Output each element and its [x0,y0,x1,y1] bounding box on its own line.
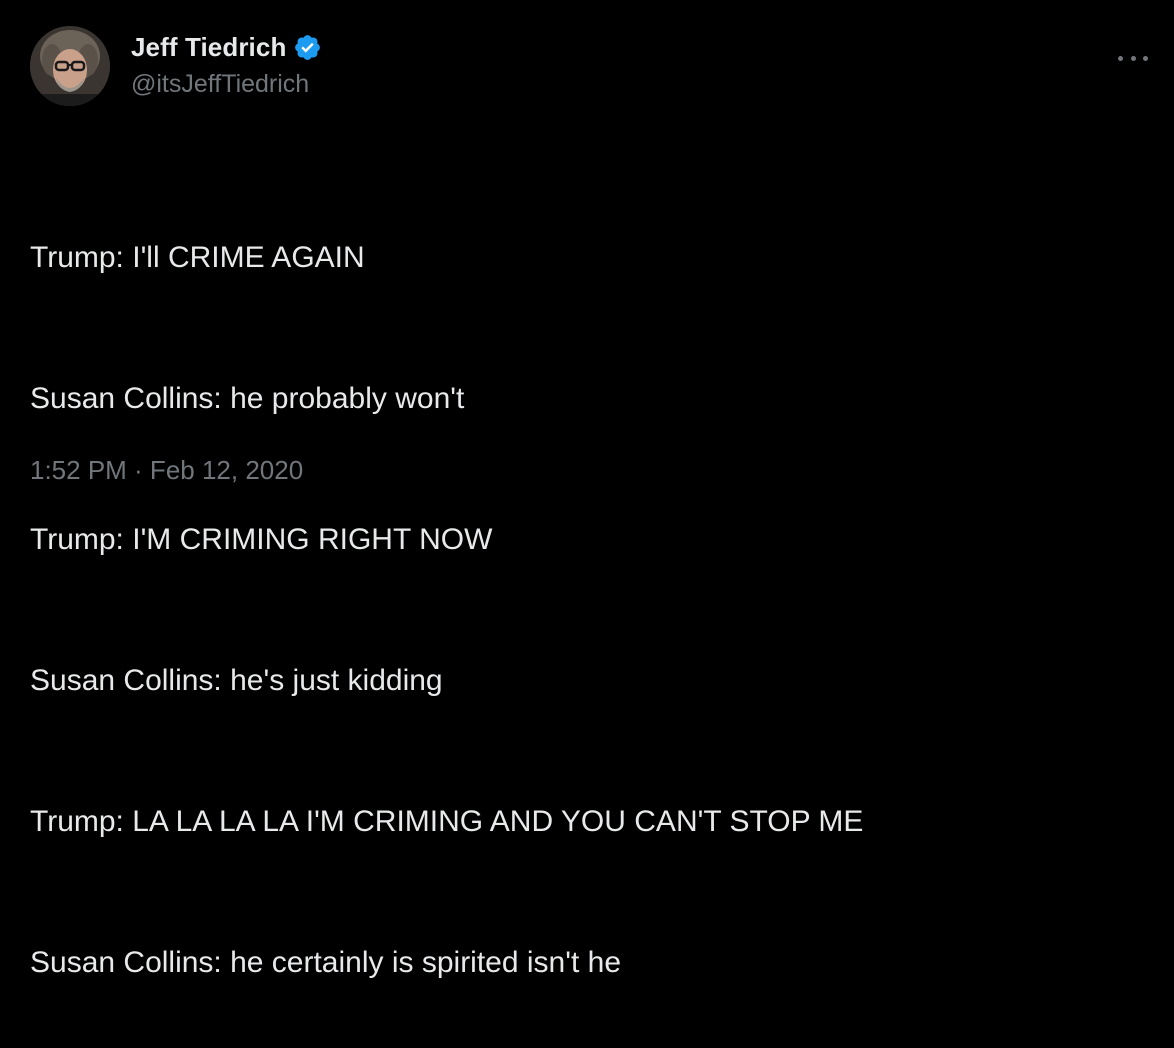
tweet-line: Susan Collins: he's just kidding [30,664,443,697]
tweet-line: Susan Collins: he probably won't [30,382,465,415]
tweet-text: Trump: I'll CRIME AGAIN Susan Collins: h… [30,140,863,1048]
tweet-card: Jeff Tiedrich @itsJeffTiedrich Trump: I'… [0,0,1174,979]
handle[interactable]: @itsJeffTiedrich [131,70,322,99]
display-name[interactable]: Jeff Tiedrich [131,32,286,63]
tweet-line: Susan Collins: he certainly is spirited … [30,946,622,979]
timestamp[interactable]: 1:52 PM · Feb 12, 2020 [30,455,303,486]
more-horizontal-icon[interactable] [1118,52,1148,64]
avatar-image [30,26,110,106]
avatar[interactable] [30,26,110,106]
verified-badge-icon[interactable] [293,33,322,62]
author-block: Jeff Tiedrich @itsJeffTiedrich [131,30,322,99]
tweet-line: Trump: I'll CRIME AGAIN [30,241,365,274]
tweet-line: Trump: LA LA LA LA I'M CRIMING AND YOU C… [30,805,864,838]
name-row: Jeff Tiedrich [131,30,322,64]
tweet-line: Trump: I'M CRIMING RIGHT NOW [30,523,493,556]
